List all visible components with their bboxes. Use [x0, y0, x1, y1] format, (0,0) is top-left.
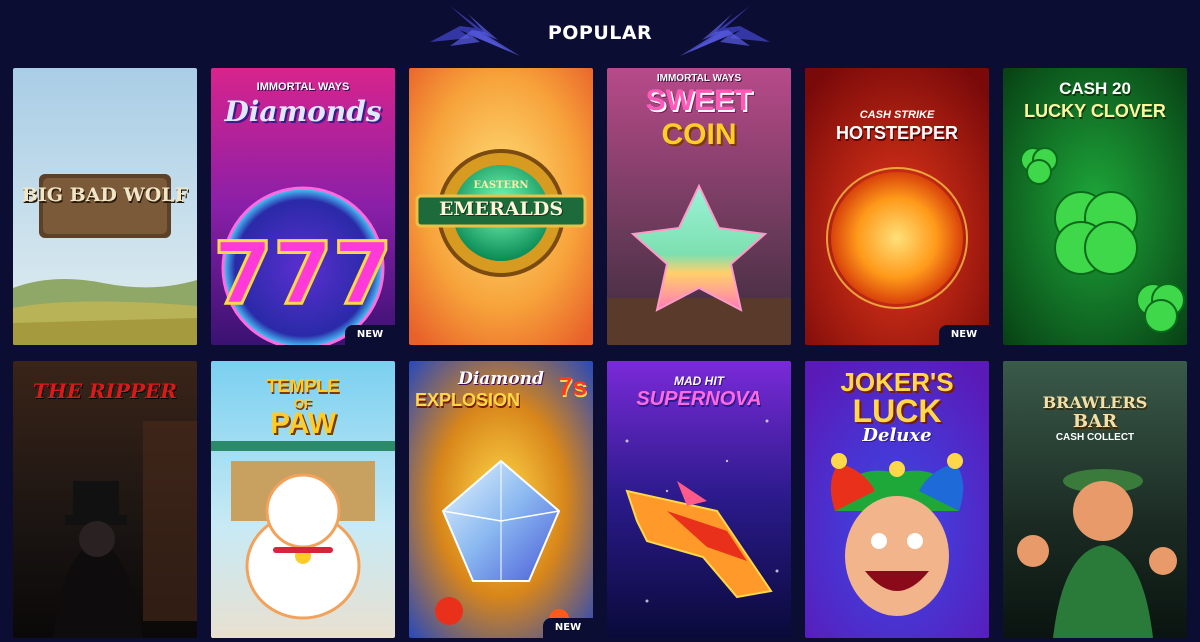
game-title-top: JOKER'S — [840, 367, 954, 397]
game-title: SUPERNOVA — [636, 388, 762, 410]
game-title-top: TEMPLE — [266, 376, 340, 396]
game-tile-cash-20-lucky-clover[interactable]: CASH 20 LUCKY CLOVER — [1003, 68, 1187, 345]
game-title: Diamonds — [224, 95, 382, 128]
game-artwork — [13, 68, 197, 345]
svg-text:777: 777 — [213, 224, 393, 324]
game-title-sub: CASH COLLECT — [1055, 432, 1135, 443]
game-tile-eastern-emeralds[interactable]: EASTERN EMERALDS — [409, 68, 593, 345]
game-tile-cash-strike-hotstepper[interactable]: CASH STRIKE HOTSTEPPER NEW — [805, 68, 989, 345]
game-title-top: CASH 20 — [1059, 79, 1131, 98]
game-tile-temple-of-paw[interactable]: TEMPLE OF PAW — [211, 361, 395, 638]
new-badge: NEW — [939, 325, 989, 345]
game-title-top: MAD HIT — [674, 374, 724, 388]
game-tile-immortal-ways-sweet-coin[interactable]: IMMORTAL WAYS SWEET COIN — [607, 68, 791, 345]
game-title-sub: COIN — [661, 118, 737, 151]
game-title-sub: 7s — [558, 371, 587, 401]
game-title: BAR — [1072, 411, 1118, 432]
game-title: LUCK — [852, 393, 942, 429]
game-title: HOTSTEPPER — [835, 123, 959, 143]
game-tile-diamond-explosion-7s[interactable]: Diamond EXPLOSION 7s NEW — [409, 361, 593, 638]
game-tile-immortal-ways-diamonds[interactable]: 777 IMMORTAL WAYS Diamonds NEW — [211, 68, 395, 345]
game-title: BIG BAD WOLF — [21, 184, 189, 206]
game-title-top: BRAWLERS — [1042, 393, 1148, 412]
game-tile-the-ripper[interactable]: THE RIPPER — [13, 361, 197, 638]
game-title: LUCKY CLOVER — [1024, 101, 1166, 121]
popular-games-page: POPULAR BIG BAD WOLF 777 IMMORTAL WAYS D… — [0, 0, 1200, 642]
section-title: POPULAR — [547, 22, 653, 44]
lightning-bolt-icon — [680, 6, 770, 56]
new-badge: NEW — [543, 618, 593, 638]
games-grid: BIG BAD WOLF 777 IMMORTAL WAYS Diamonds … — [13, 68, 1188, 638]
game-title: EMERALDS — [438, 198, 564, 220]
game-title-sub: PAW — [269, 407, 337, 440]
game-tile-mad-hit-supernova[interactable]: MAD HIT SUPERNOVA — [607, 361, 791, 638]
new-badge: NEW — [345, 325, 395, 345]
game-tile-brawlers-bar-cash-collect[interactable]: BRAWLERS BAR CASH COLLECT — [1003, 361, 1187, 638]
game-title-top: EASTERN — [473, 180, 529, 191]
game-tile-jokers-luck-deluxe[interactable]: JOKER'S LUCK Deluxe — [805, 361, 989, 638]
game-title: SWEET — [645, 84, 753, 117]
game-title: THE RIPPER — [33, 379, 177, 403]
game-title-top: IMMORTAL WAYS — [656, 73, 742, 84]
game-tile-big-bad-wolf[interactable]: BIG BAD WOLF — [13, 68, 197, 345]
section-header: POPULAR — [0, 0, 1200, 68]
game-title-sub: Deluxe — [862, 425, 932, 446]
game-title-top: IMMORTAL WAYS — [256, 81, 350, 93]
game-title-top: CASH STRIKE — [859, 109, 935, 121]
